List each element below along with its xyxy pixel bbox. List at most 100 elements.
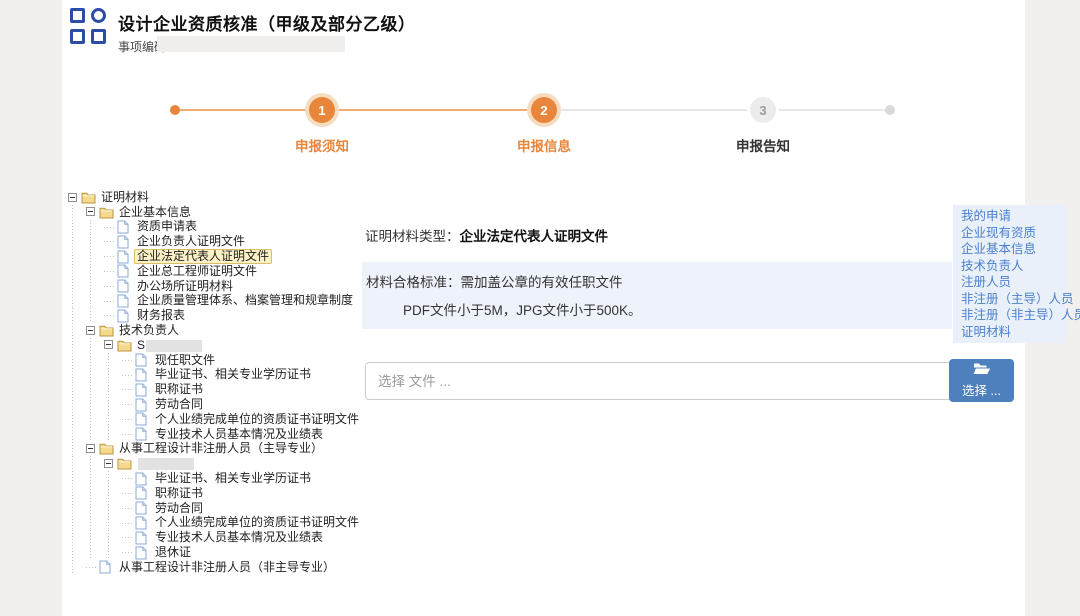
step-1-circle[interactable]: 1 [305,93,339,127]
tree-item[interactable]: 退休证 [68,545,368,560]
step-2-label[interactable]: 申报信息 [484,135,604,155]
tree-item[interactable]: 技术负责人 [68,323,368,338]
tree-item[interactable]: 职称证书 [68,486,368,501]
collapse-toggle-icon[interactable] [104,338,117,353]
step-3-circle[interactable]: 3 [750,97,776,123]
tree-guide-line [104,382,122,397]
tree-item-label[interactable]: 技术负责人 [116,324,182,337]
collapse-toggle-icon[interactable] [86,442,99,457]
step-2-circle[interactable]: 2 [527,93,561,127]
collapse-toggle-icon[interactable] [104,456,117,471]
tree-item-label[interactable]: 专业技术人员基本情况及业绩表 [152,531,326,544]
file-select-input[interactable] [365,362,962,400]
tree-guide-line [104,530,122,545]
tree-item[interactable]: 个人业绩完成单位的资质证书证明文件 [68,516,368,531]
tree-item-label[interactable]: 企业负责人证明文件 [134,235,248,248]
side-menu-item[interactable]: 企业基本信息 [953,241,1066,258]
tree-item-label[interactable]: 企业总工程师证明文件 [134,265,260,278]
tree-item-label[interactable]: 现任职文件 [152,354,218,367]
tree-guide-line [68,516,86,531]
side-menu-item[interactable]: 非注册（主导）人员 [953,291,1066,308]
side-quick-menu: 我的申请企业现有资质企业基本信息技术负责人注册人员非注册（主导）人员非注册（非主… [953,205,1066,343]
folder-icon [99,206,116,219]
tree-item-label[interactable]: 劳动合同 [152,502,206,515]
side-menu-item[interactable]: 注册人员 [953,274,1066,291]
tree-connector [122,486,135,501]
tree-item-label[interactable] [134,457,197,470]
tree-item-label[interactable]: 从事工程设计非注册人员（主导专业） [116,442,326,455]
side-menu-item[interactable]: 非注册（非主导）人员 [953,307,1066,324]
tree-item[interactable]: 企业法定代表人证明文件 [68,249,368,264]
tree-guide-line [104,412,122,427]
tree-item[interactable]: 从事工程设计非注册人员（非主导专业） [68,560,368,575]
grid-circle-icon [91,8,106,23]
material-standard-value: 需加盖公章的有效任职文件 [461,275,623,290]
tree-item-label[interactable]: 职称证书 [152,487,206,500]
tree-item-label[interactable]: 财务报表 [134,309,188,322]
collapse-toggle-icon[interactable] [86,323,99,338]
tree-item[interactable]: 毕业证书、相关专业学历证书 [68,368,368,383]
step-1-number[interactable]: 1 [309,97,335,123]
tree-item-label[interactable]: 毕业证书、相关专业学历证书 [152,472,314,485]
tree-item[interactable]: 职称证书 [68,382,368,397]
tree-item-label[interactable]: 职称证书 [152,383,206,396]
tree-item[interactable] [68,456,368,471]
tree-guide-line [68,427,86,442]
folder-icon [81,191,98,204]
grid-square-icon [70,8,85,23]
tree-item[interactable]: 个人业绩完成单位的资质证书证明文件 [68,412,368,427]
tree-item[interactable]: 证明材料 [68,190,368,205]
item-code-redacted-value [157,36,345,52]
tree-item-label[interactable]: 证明材料 [98,191,152,204]
tree-item[interactable]: 企业基本信息 [68,205,368,220]
step-2-number[interactable]: 2 [531,97,557,123]
tree-item[interactable]: 专业技术人员基本情况及业绩表 [68,427,368,442]
tree-guide-line [86,471,104,486]
tree-item[interactable]: 办公场所证明材料 [68,279,368,294]
tree-item[interactable]: 企业负责人证明文件 [68,234,368,249]
side-menu-item[interactable]: 企业现有资质 [953,225,1066,242]
tree-item[interactable]: 从事工程设计非注册人员（主导专业） [68,442,368,457]
stepper-connector [779,109,885,111]
tree-item[interactable]: 劳动合同 [68,397,368,412]
file-icon [135,383,152,397]
tree-item[interactable]: 劳动合同 [68,501,368,516]
tree-guide-line [68,234,86,249]
tree-item-label[interactable]: 劳动合同 [152,398,206,411]
tree-item-label[interactable]: 企业基本信息 [116,206,194,219]
collapse-toggle-icon[interactable] [86,205,99,220]
side-menu-item[interactable]: 技术负责人 [953,258,1066,275]
tree-item-label[interactable]: 企业质量管理体系、档案管理和规章制度 [134,294,356,307]
tree-item-label[interactable]: 办公场所证明材料 [134,280,236,293]
tree-item[interactable]: 毕业证书、相关专业学历证书 [68,471,368,486]
tree-guide-line [68,456,86,471]
tree-item[interactable]: 财务报表 [68,308,368,323]
tree-item-label[interactable]: 从事工程设计非注册人员（非主导专业） [116,561,338,574]
tree-item[interactable]: 企业质量管理体系、档案管理和规章制度 [68,294,368,309]
tree-item[interactable]: 资质申请表 [68,220,368,235]
open-folder-icon [973,362,991,378]
tree-item[interactable]: S [68,338,368,353]
tree-guide-line [86,353,104,368]
tree-connector [104,264,117,279]
collapse-toggle-icon[interactable] [68,190,81,205]
tree-item-label[interactable]: 个人业绩完成单位的资质证书证明文件 [152,516,362,529]
folder-icon [99,442,116,455]
tree-guide-line [68,471,86,486]
tree-item-label[interactable]: S [134,339,205,352]
tree-guide-line [86,234,104,249]
tree-item[interactable]: 现任职文件 [68,353,368,368]
tree-item-label[interactable]: 退休证 [152,546,194,559]
tree-item-label[interactable]: 企业法定代表人证明文件 [134,249,272,264]
step-1-label[interactable]: 申报须知 [262,135,382,155]
step-3-label[interactable]: 申报告知 [703,135,823,155]
side-menu-item[interactable]: 证明材料 [953,324,1066,341]
tree-item-label[interactable]: 毕业证书、相关专业学历证书 [152,368,314,381]
choose-file-button[interactable]: 选择 ... [949,359,1014,402]
tree-item-label[interactable]: 个人业绩完成单位的资质证书证明文件 [152,413,362,426]
tree-item-label[interactable]: 专业技术人员基本情况及业绩表 [152,428,326,441]
tree-item-label[interactable]: 资质申请表 [134,220,200,233]
tree-item[interactable]: 企业总工程师证明文件 [68,264,368,279]
tree-item[interactable]: 专业技术人员基本情况及业绩表 [68,530,368,545]
side-menu-item[interactable]: 我的申请 [953,208,1066,225]
